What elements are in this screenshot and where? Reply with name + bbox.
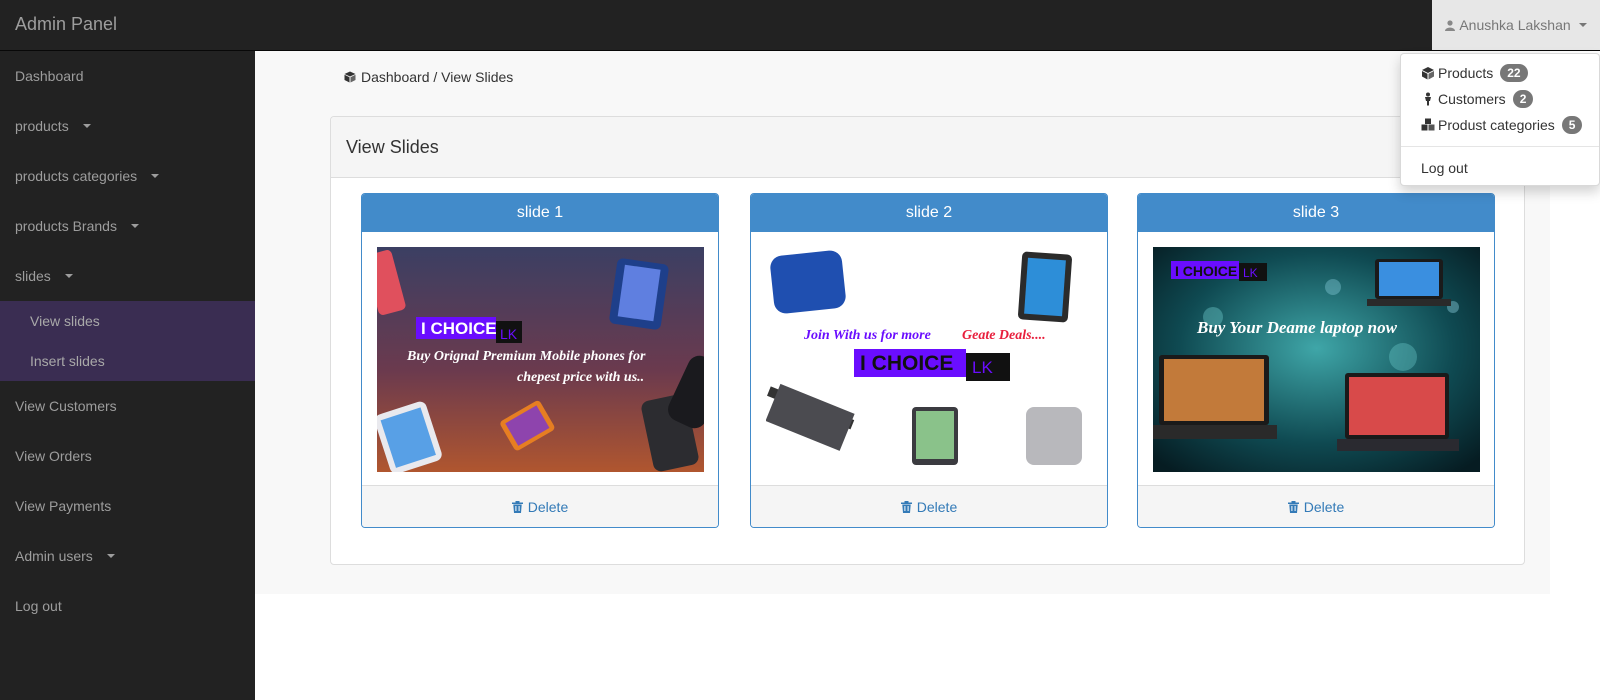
slide-2-artwork: Join With us for more Geate Deals.... I … — [766, 247, 1093, 472]
sidebar-item-label: Log out — [15, 598, 62, 614]
sidebar-item-admin-users[interactable]: Admin users — [0, 531, 255, 581]
slide-2-logo-main: I CHOICE — [860, 352, 953, 375]
cube-icon — [344, 71, 356, 83]
count-badge: 5 — [1561, 116, 1583, 134]
slide-2-logo-suffix: LK — [972, 358, 993, 377]
slides-submenu: View slides Insert slides — [0, 301, 255, 381]
delete-button[interactable]: Delete — [362, 485, 718, 527]
sidebar-item-label: View Customers — [15, 398, 117, 414]
dropdown-item-label: Products — [1438, 65, 1494, 81]
count-badge: 2 — [1512, 90, 1534, 108]
user-menu-toggle[interactable]: Anushka Lakshan — [1432, 0, 1600, 50]
cube-icon — [1422, 67, 1434, 80]
sidebar-item-view-slides[interactable]: View slides — [0, 301, 255, 341]
slide-title: slide 2 — [751, 194, 1107, 232]
chevron-down-icon — [106, 554, 115, 558]
trash-icon — [1287, 500, 1299, 513]
slide-1-caption-2: chepest price with us.. — [517, 370, 644, 385]
sidebar-item-label: View Orders — [15, 448, 92, 464]
sidebar-item-view-payments[interactable]: View Payments — [0, 481, 255, 531]
slide-card-2: slide 2 Join With us for more Geate Deal… — [750, 193, 1108, 528]
slide-1-logo-main: I CHOICE — [421, 319, 497, 338]
sidebar-item-products-categories[interactable]: products categories — [0, 151, 255, 201]
sidebar-item-view-orders[interactable]: View Orders — [0, 431, 255, 481]
slide-image-3: I CHOICE LK Buy Your Deame laptop now — [1153, 247, 1480, 472]
trash-icon — [511, 500, 523, 513]
slide-3-caption: Buy Your Deame laptop now — [1196, 318, 1398, 337]
view-slides-panel: View Slides slide 1 I CHOICE LK Buy Orig… — [330, 116, 1525, 565]
user-dropdown-menu: Products 22 Customers 2 Produst categori… — [1400, 53, 1600, 186]
dropdown-item-product-categories[interactable]: Produst categories 5 — [1421, 115, 1583, 135]
breadcrumb-text[interactable]: Dashboard / View Slides — [361, 69, 513, 85]
sidebar-item-log-out[interactable]: Log out — [0, 581, 255, 631]
sidebar-item-label: slides — [15, 268, 51, 284]
chevron-down-icon — [151, 174, 160, 178]
breadcrumb: Dashboard / View Slides — [344, 69, 513, 85]
panel-title: View Slides — [331, 117, 1524, 178]
slide-2-caption-b: Geate Deals.... — [962, 328, 1046, 343]
sidebar-item-dashboard[interactable]: Dashboard — [0, 51, 255, 101]
chevron-down-icon — [130, 224, 139, 228]
slide-card-3: slide 3 I CHOICE LK Buy Your Deame lapto… — [1137, 193, 1495, 528]
slide-1-caption-1: Buy Orignal Premium Mobile phones for — [406, 349, 646, 364]
slide-1-logo-suffix: LK — [500, 326, 518, 342]
sidebar: Dashboard products products categories p… — [0, 51, 255, 700]
sidebar-item-products[interactable]: products — [0, 101, 255, 151]
sidebar-item-label: Dashboard — [15, 68, 84, 84]
dropdown-item-label: Produst categories — [1438, 117, 1555, 133]
dropdown-divider — [1401, 146, 1599, 147]
sidebar-item-label: Admin users — [15, 548, 93, 564]
slide-1-artwork: I CHOICE LK Buy Orignal Premium Mobile p… — [377, 247, 704, 472]
chevron-down-icon — [82, 124, 91, 128]
user-icon — [1445, 19, 1456, 31]
slide-card-1: slide 1 I CHOICE LK Buy Orignal Premium … — [361, 193, 719, 528]
sidebar-item-insert-slides[interactable]: Insert slides — [0, 341, 255, 381]
slide-3-logo-suffix: LK — [1243, 266, 1258, 280]
slide-title: slide 1 — [362, 194, 718, 232]
trash-icon — [900, 500, 912, 513]
sidebar-item-products-brands[interactable]: products Brands — [0, 201, 255, 251]
top-navbar: Admin Panel Anushka Lakshan — [0, 0, 1600, 51]
dropdown-logout-link[interactable]: Log out — [1421, 158, 1468, 178]
dropdown-item-customers[interactable]: Customers 2 — [1421, 89, 1534, 109]
main-content: Dashboard / View Slides View Slides slid… — [255, 51, 1550, 594]
sidebar-item-label: products — [15, 118, 69, 134]
person-icon — [1425, 92, 1431, 106]
dropdown-logout-label: Log out — [1421, 160, 1468, 176]
sidebar-item-slides[interactable]: slides — [0, 251, 255, 301]
chevron-down-icon — [1578, 23, 1587, 27]
brand-link[interactable]: Admin Panel — [15, 14, 117, 35]
sidebar-item-label: View slides — [30, 313, 100, 329]
sidebar-item-label: products Brands — [15, 218, 117, 234]
delete-label: Delete — [916, 498, 958, 515]
slide-2-caption-a: Join With us for more — [803, 328, 931, 343]
slide-3-artwork: I CHOICE LK Buy Your Deame laptop now — [1153, 247, 1480, 472]
delete-label: Delete — [527, 498, 569, 515]
cubes-icon — [1421, 118, 1435, 131]
sidebar-item-label: View Payments — [15, 498, 112, 514]
sidebar-item-label: Insert slides — [30, 353, 105, 369]
delete-button[interactable]: Delete — [751, 485, 1107, 527]
count-badge: 22 — [1500, 64, 1528, 82]
dropdown-item-products[interactable]: Products 22 — [1421, 63, 1528, 83]
chevron-down-icon — [64, 274, 73, 278]
slide-3-logo-main: I CHOICE — [1175, 263, 1237, 279]
delete-button[interactable]: Delete — [1138, 485, 1494, 527]
dropdown-item-label: Customers — [1438, 91, 1506, 107]
slide-title: slide 3 — [1138, 194, 1494, 232]
slide-image-1: I CHOICE LK Buy Orignal Premium Mobile p… — [377, 247, 704, 472]
delete-label: Delete — [1303, 498, 1345, 515]
sidebar-item-label: products categories — [15, 168, 138, 184]
user-name: Anushka Lakshan — [1459, 17, 1571, 33]
sidebar-item-view-customers[interactable]: View Customers — [0, 381, 255, 431]
slide-image-2: Join With us for more Geate Deals.... I … — [766, 247, 1093, 472]
